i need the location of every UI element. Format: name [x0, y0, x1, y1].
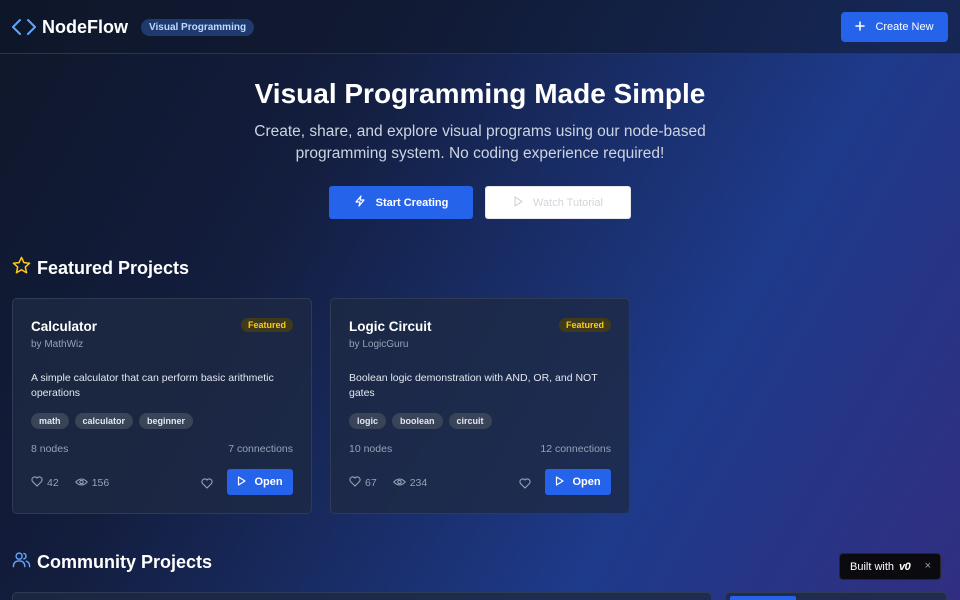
open-button[interactable]: Open: [227, 469, 293, 495]
node-count: 10 nodes: [349, 443, 393, 455]
project-description: A simple calculator that can perform bas…: [31, 372, 274, 399]
tag[interactable]: circuit: [448, 413, 492, 429]
heart-icon: [31, 476, 43, 490]
tag[interactable]: beginner: [139, 413, 194, 429]
users-icon: [12, 550, 31, 574]
v0-logo: v0: [899, 560, 911, 573]
watch-tutorial-label: Watch Tutorial: [533, 196, 603, 209]
project-title: Calculator: [31, 319, 98, 334]
project-stats: 42 156: [31, 476, 109, 490]
open-label: Open: [572, 476, 601, 488]
community-panel: [12, 592, 712, 600]
play-icon: [513, 195, 523, 210]
built-with-badge[interactable]: Built with v0 ×: [839, 553, 941, 580]
featured-badge: Featured: [240, 318, 293, 332]
node-count: 8 nodes: [31, 443, 69, 455]
create-new-button[interactable]: Create New: [841, 12, 948, 42]
watch-tutorial-button[interactable]: Watch Tutorial: [485, 186, 631, 219]
project-tags: math calculator beginner: [31, 413, 194, 429]
project-tags: logic boolean circuit: [349, 413, 492, 429]
active-tab-indicator[interactable]: [730, 596, 796, 600]
open-label: Open: [254, 476, 283, 488]
project-stats: 67 234: [349, 476, 427, 490]
project-author: by LogicGuru: [349, 339, 409, 350]
hero-subtitle: Create, share, and explore visual progra…: [254, 123, 706, 162]
play-icon: [555, 475, 565, 489]
featured-heading: Featured Projects: [12, 256, 189, 280]
tag[interactable]: calculator: [74, 413, 134, 429]
start-creating-button[interactable]: Start Creating: [329, 186, 473, 219]
star-icon: [12, 256, 31, 280]
project-description: Boolean logic demonstration with AND, OR…: [349, 372, 598, 399]
community-title: Community Projects: [37, 551, 213, 572]
code-icon: [12, 15, 36, 39]
top-bar: NodeFlow Visual Programming Create New: [0, 0, 960, 54]
featured-title: Featured Projects: [37, 257, 190, 278]
built-with-label: Built with: [850, 560, 895, 573]
eye-icon: [74, 477, 88, 490]
community-sidebar-panel: [725, 592, 947, 600]
tag[interactable]: boolean: [392, 413, 443, 429]
open-button[interactable]: Open: [545, 469, 611, 495]
favorite-heart-icon[interactable]: [199, 475, 215, 491]
view-count: 156: [91, 477, 110, 489]
hero-title: Visual Programming Made Simple: [254, 78, 706, 109]
app-name: NodeFlow: [42, 16, 128, 37]
start-creating-label: Start Creating: [375, 196, 449, 209]
featured-badge: Featured: [558, 318, 611, 332]
plus-icon: [855, 20, 866, 34]
like-count: 67: [365, 477, 377, 489]
play-icon: [237, 475, 247, 489]
like-count: 42: [47, 477, 59, 489]
eye-icon: [392, 477, 406, 490]
view-count: 234: [409, 477, 428, 489]
connection-count: 7 connections: [228, 443, 293, 455]
tag[interactable]: math: [31, 413, 69, 429]
project-title: Logic Circuit: [349, 319, 432, 334]
project-card[interactable]: Logic Circuit by LogicGuru Featured Bool…: [330, 298, 630, 514]
tag[interactable]: logic: [349, 413, 387, 429]
favorite-heart-icon[interactable]: [517, 475, 533, 491]
brand[interactable]: NodeFlow Visual Programming: [12, 15, 255, 39]
app-badge: Visual Programming: [141, 18, 255, 36]
zap-icon: [354, 195, 366, 210]
heart-icon: [349, 476, 361, 490]
connection-count: 12 connections: [540, 443, 611, 455]
community-heading: Community Projects: [12, 550, 212, 574]
project-card[interactable]: Calculator by MathWiz Featured A simple …: [12, 298, 312, 514]
project-author: by MathWiz: [31, 339, 84, 350]
close-icon[interactable]: ×: [925, 560, 931, 572]
create-new-label: Create New: [875, 21, 934, 33]
